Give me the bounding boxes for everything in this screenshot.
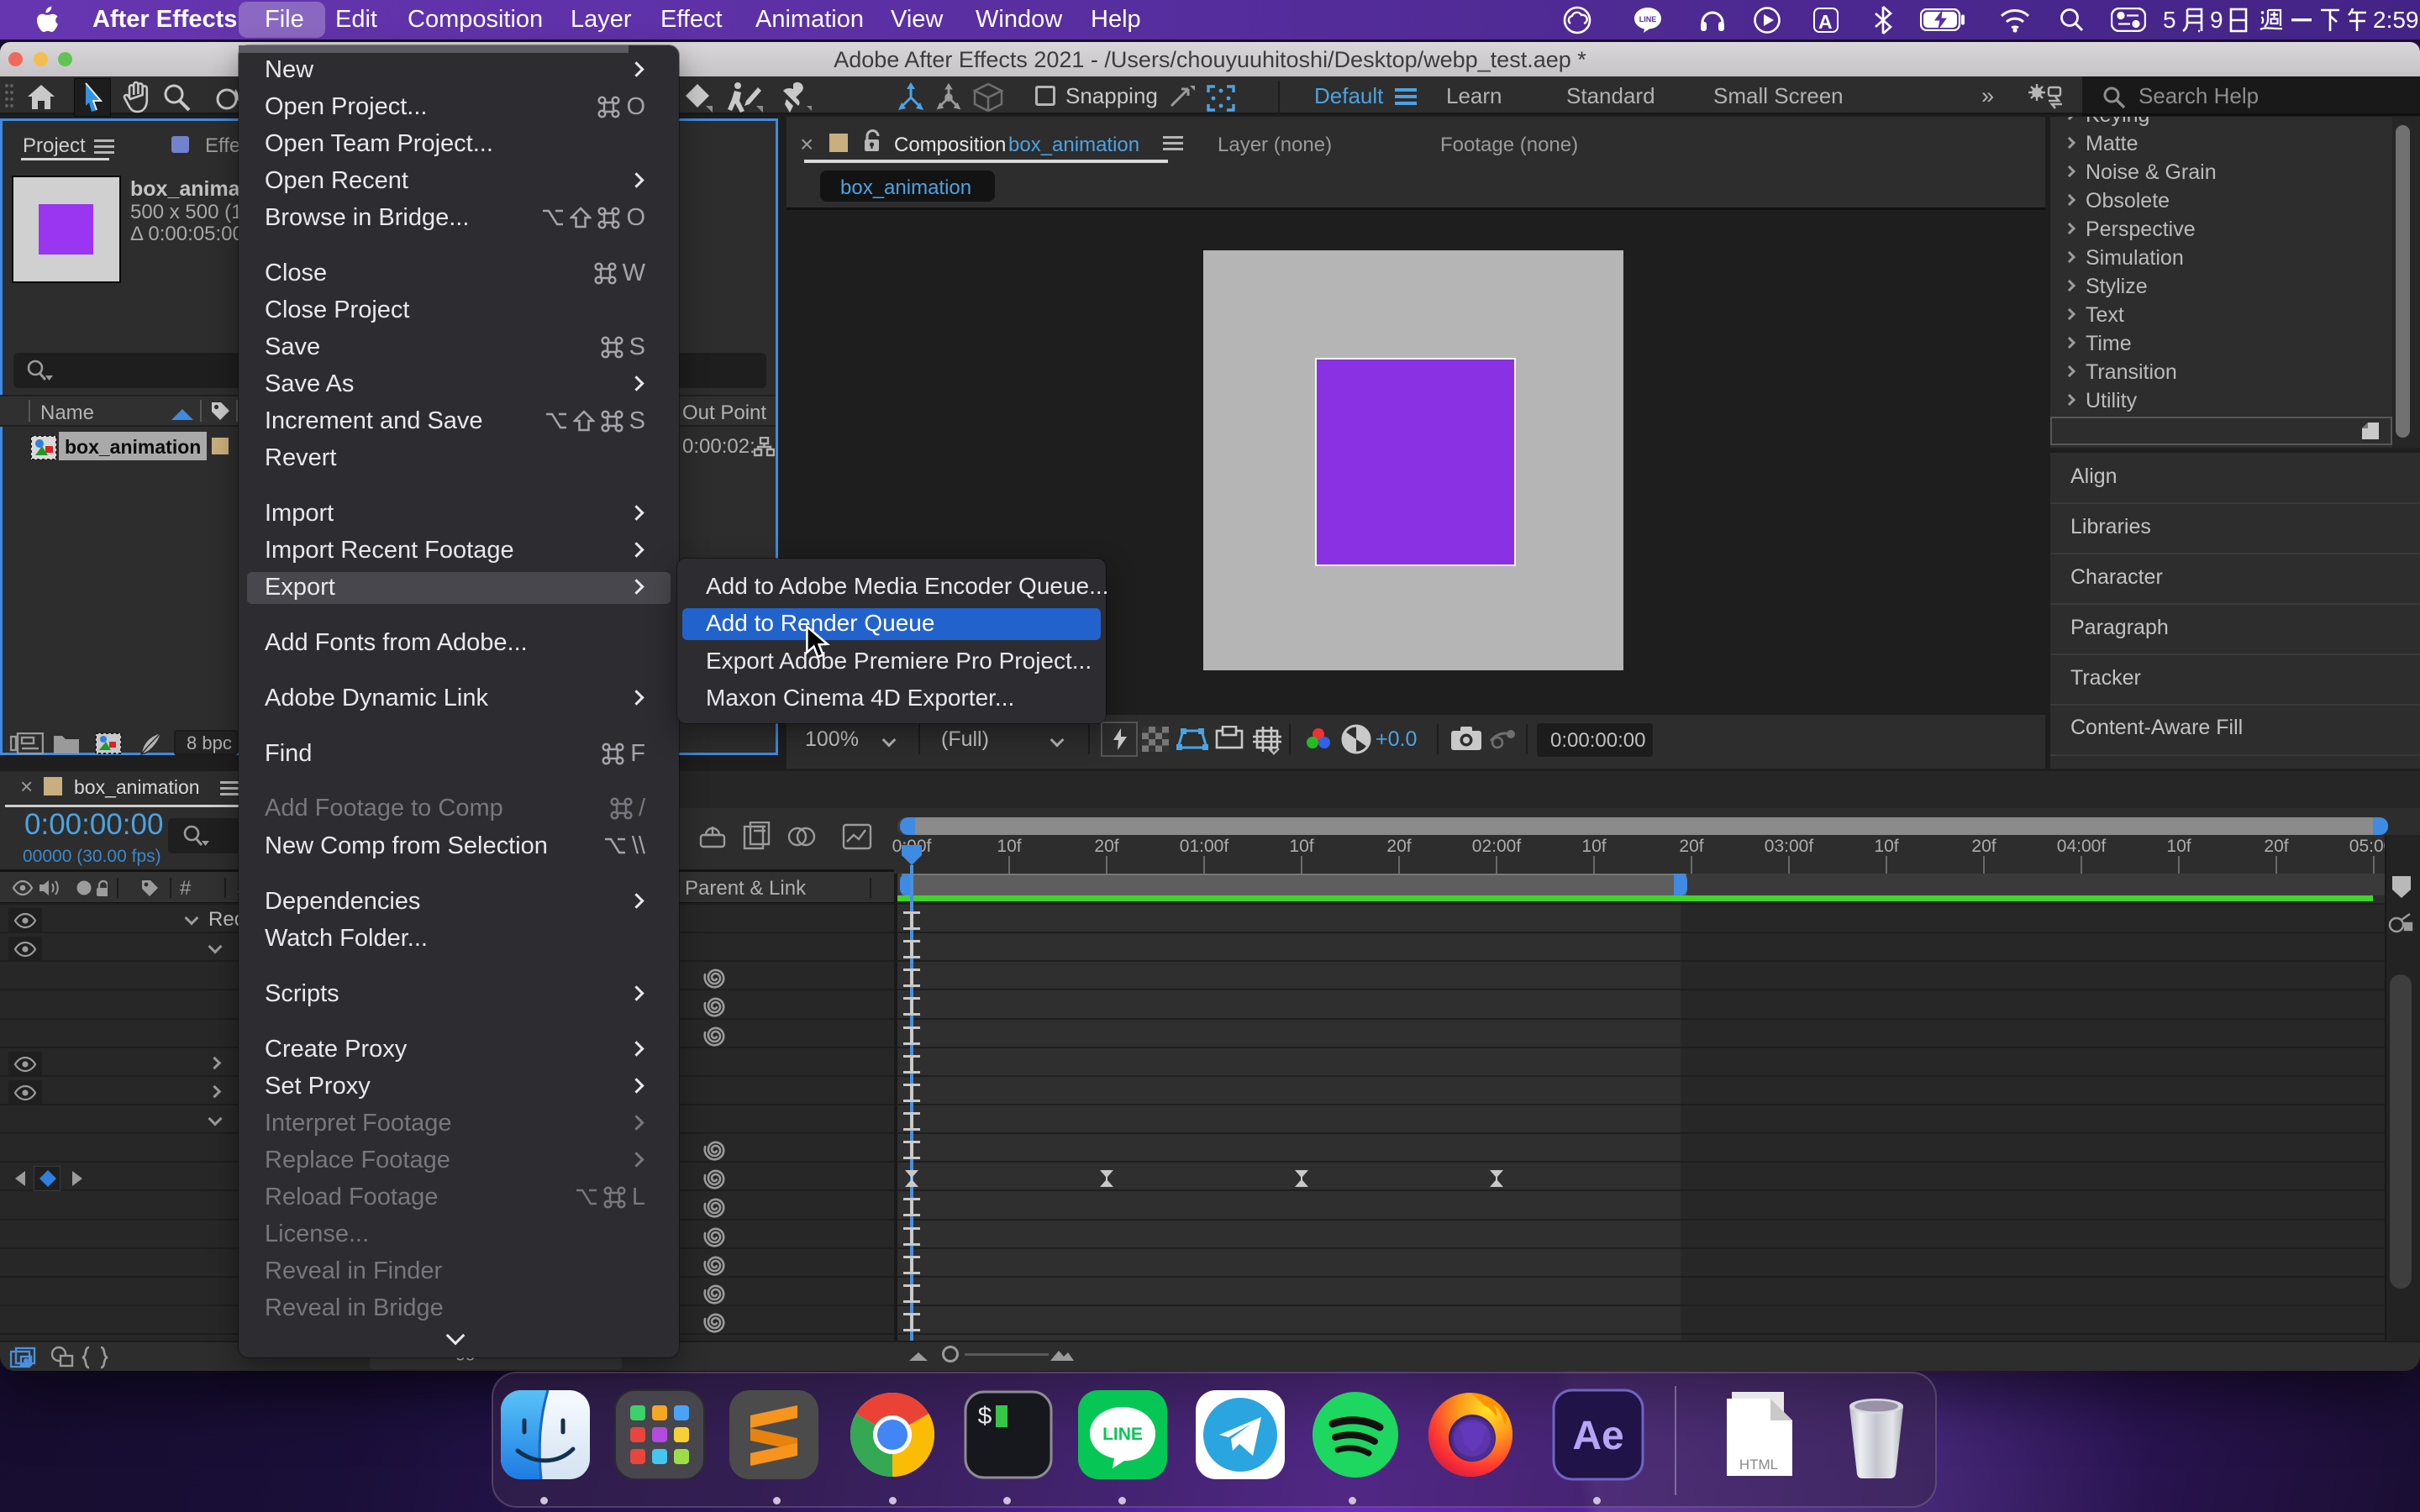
svg-text:LINE: LINE [1102,1425,1143,1444]
svg-text:Ae: Ae [1572,1414,1623,1458]
svg-text:$: $ [977,1404,992,1432]
svg-text:HTML: HTML [1739,1457,1778,1473]
svg-text:LINE: LINE [1639,15,1657,24]
